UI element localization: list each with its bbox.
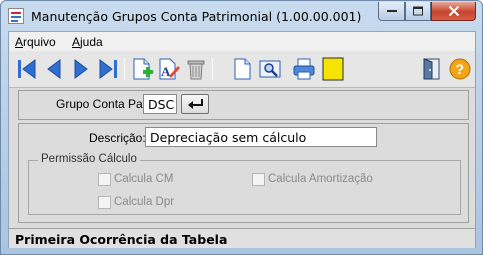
client-area: Arquivo Ajuda A ? Grupo Conta Pat: DSC D… xyxy=(8,31,476,248)
enter-button[interactable] xyxy=(181,94,209,114)
close-icon xyxy=(448,5,459,17)
svg-text:A: A xyxy=(161,64,171,79)
help-button[interactable]: ? xyxy=(447,56,473,82)
calcula-cm-label: Calcula CM xyxy=(114,173,174,185)
edit-record-icon: A xyxy=(159,58,180,80)
preview-button[interactable] xyxy=(257,56,283,82)
new-record-icon xyxy=(133,58,153,80)
next-record-icon xyxy=(74,59,88,79)
blank-document-icon xyxy=(234,58,251,80)
descricao-label: Descrição: xyxy=(89,131,146,145)
title-bar[interactable]: Manutenção Grupos Conta Patrimonial (1.0… xyxy=(1,1,482,31)
minimize-button[interactable] xyxy=(378,2,405,21)
app-window-icon xyxy=(8,8,24,24)
delete-record-icon xyxy=(187,60,205,80)
blank-document-button[interactable] xyxy=(229,56,255,82)
key-panel: Grupo Conta Pat: DSC xyxy=(18,90,469,120)
edit-record-button[interactable]: A xyxy=(156,56,182,82)
next-record-button[interactable] xyxy=(68,56,94,82)
status-bar: Primeira Ocorrência da Tabela xyxy=(9,228,475,248)
yellow-note-icon xyxy=(322,57,344,81)
preview-icon xyxy=(259,60,281,78)
menu-ajuda[interactable]: Ajuda xyxy=(72,35,103,49)
details-panel: Descrição: Depreciação sem cálculo Permi… xyxy=(18,123,469,223)
delete-record-button[interactable] xyxy=(183,56,209,82)
help-icon: ? xyxy=(449,58,471,80)
menu-arquivo[interactable]: Arquivo xyxy=(15,35,56,49)
menu-ajuda-accel: A xyxy=(72,35,81,49)
svg-text:?: ? xyxy=(456,61,465,77)
calcula-dpr-checkbox[interactable] xyxy=(98,196,111,209)
print-icon xyxy=(293,58,315,80)
menu-bar: Arquivo Ajuda xyxy=(9,32,475,51)
permissao-calculo-group: Permissão Cálculo Calcula CM Calcula Amo… xyxy=(28,153,461,215)
exit-door-icon xyxy=(423,58,440,80)
new-record-button[interactable] xyxy=(129,56,155,82)
maximize-icon xyxy=(413,6,423,16)
exit-button[interactable] xyxy=(419,56,445,82)
calcula-amortizacao-checkbox[interactable] xyxy=(252,173,265,186)
last-record-button[interactable] xyxy=(95,56,121,82)
window-title: Manutenção Grupos Conta Patrimonial (1.0… xyxy=(31,9,362,24)
descricao-field[interactable]: Depreciação sem cálculo xyxy=(145,127,377,147)
note-button[interactable] xyxy=(320,56,346,82)
status-text: Primeira Ocorrência da Tabela xyxy=(15,232,228,247)
calcula-cm-checkbox[interactable] xyxy=(98,173,111,186)
calcula-dpr-label: Calcula Dpr xyxy=(114,196,175,208)
previous-record-button[interactable] xyxy=(41,56,67,82)
first-record-button[interactable] xyxy=(14,56,40,82)
application-window: Manutenção Grupos Conta Patrimonial (1.0… xyxy=(0,0,483,255)
first-record-icon xyxy=(18,59,36,79)
previous-record-icon xyxy=(47,59,61,79)
toolbar-separator xyxy=(124,58,125,80)
calcula-amortizacao-label: Calcula Amortização xyxy=(268,173,373,185)
minimize-icon xyxy=(386,10,397,12)
last-record-icon xyxy=(99,59,117,79)
menu-ajuda-rest: juda xyxy=(80,35,103,49)
maximize-button[interactable] xyxy=(405,2,431,21)
close-button[interactable] xyxy=(431,2,476,21)
menu-arquivo-accel: A xyxy=(15,35,24,49)
menu-arquivo-rest: rquivo xyxy=(23,35,56,49)
toolbar: A ? xyxy=(9,51,475,88)
enter-arrow-icon xyxy=(188,99,203,109)
grupo-conta-field[interactable]: DSC xyxy=(143,94,177,114)
print-button[interactable] xyxy=(291,56,317,82)
grupo-conta-label: Grupo Conta Pat: xyxy=(56,97,150,111)
permissao-calculo-title: Permissão Cálculo xyxy=(38,153,140,165)
toolbar-separator xyxy=(212,58,213,80)
